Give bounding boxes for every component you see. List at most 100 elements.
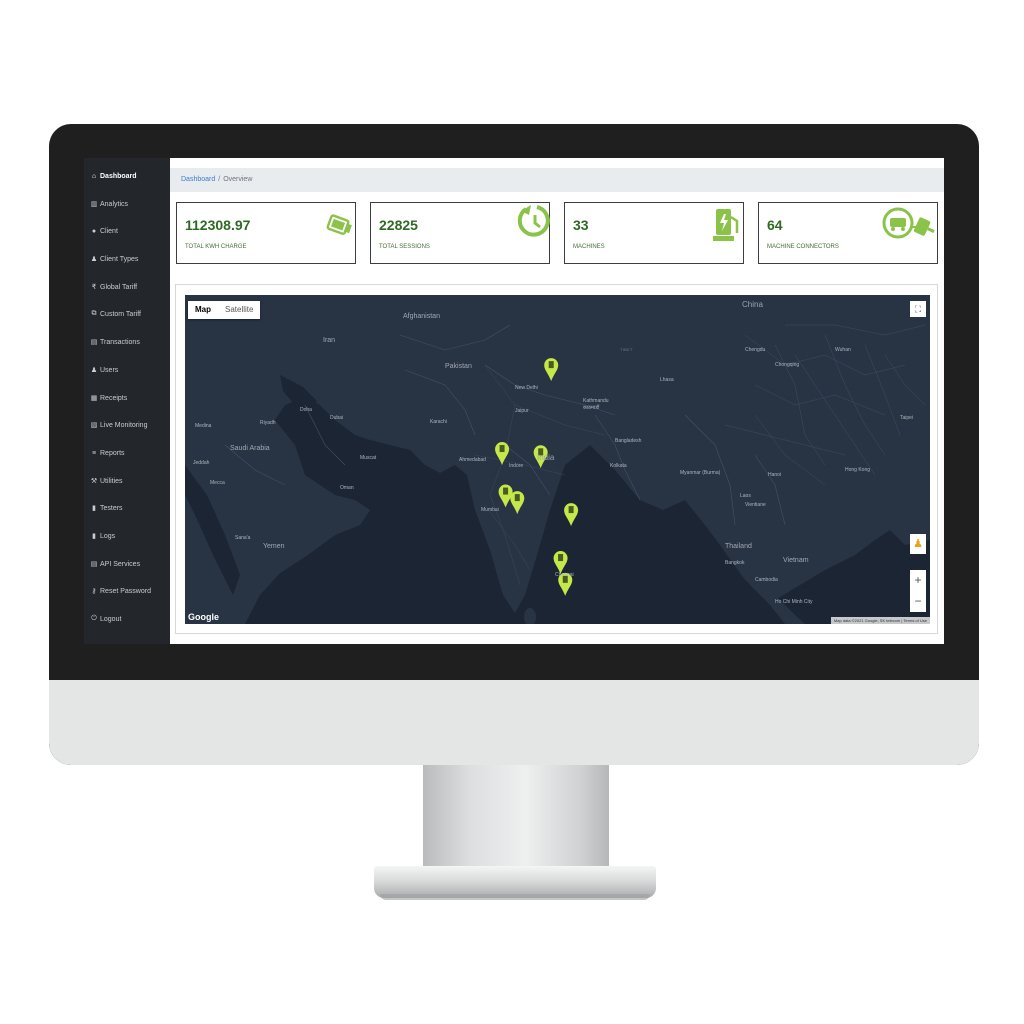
map-type-satellite-button[interactable]: Satellite: [218, 301, 260, 319]
map-attribution[interactable]: Map data ©2021 Google, SK telecom | Term…: [830, 617, 930, 624]
sidebar: ⌂ Dashboard ▥ Analytics ● Client ♟ Clien…: [84, 158, 170, 644]
map-marker[interactable]: [553, 551, 568, 575]
sidebar-item-utilities[interactable]: ⚒ Utilities: [90, 474, 123, 488]
map-label-dubai: Dubai: [330, 415, 344, 421]
monitor-icon: ▧: [90, 422, 98, 429]
map-label-new-delhi: New Delhi: [515, 385, 538, 391]
sidebar-item-users[interactable]: ♟ Users: [90, 363, 118, 377]
sidebar-item-testers[interactable]: ▮ Testers: [90, 501, 123, 515]
sidebar-item-label: Reset Password: [100, 587, 151, 595]
key-icon: ⚷: [91, 588, 97, 595]
map-label-sanaa: Sana'a: [235, 535, 251, 541]
street-view-pegman[interactable]: ♟: [910, 534, 926, 554]
stat-card-machines: 33 MACHINES: [564, 202, 744, 264]
battery-charge-icon: [326, 214, 352, 235]
sidebar-item-label: Analytics: [100, 200, 129, 208]
charging-station-icon: [713, 209, 739, 241]
sidebar-item-dashboard[interactable]: ⌂ Dashboard: [90, 169, 137, 183]
bar-chart-icon: ▥: [90, 201, 98, 208]
monitor-stand-shadow: [380, 894, 650, 900]
sidebar-item-label: API Services: [100, 560, 141, 568]
map-label-hong-kong: Hong Kong: [845, 467, 871, 473]
map-label-iran: Iran: [323, 337, 336, 344]
sidebar-item-label: Utilities: [100, 477, 123, 485]
sidebar-item-label: Testers: [100, 504, 123, 512]
breadcrumb-separator: /: [218, 176, 221, 183]
fullscreen-icon: ⛶: [914, 304, 922, 314]
receipt-icon: ▦: [90, 395, 98, 402]
sidebar-item-label: Custom Tariff: [100, 310, 141, 318]
rupee-icon: ₹: [91, 284, 97, 291]
map-panel: China Afghanistan Iran Pakistan Saudi Ar…: [175, 284, 938, 634]
charger-icon: [503, 487, 509, 495]
sidebar-item-live-monitoring[interactable]: ▧ Live Monitoring: [90, 418, 148, 432]
map-label-indore: Indore: [509, 463, 524, 469]
sidebar-item-client-types[interactable]: ♟ Client Types: [90, 252, 139, 266]
map-label-vietnam: Vietnam: [783, 557, 809, 564]
stat-card-total-kwh: 112308.97 TOTAL KWH CHARGE: [176, 202, 356, 264]
map-label-yemen: Yemen: [263, 543, 285, 550]
map-label-jaipur: Jaipur: [515, 408, 529, 414]
map-label-myanmar: Myanmar (Burma): [680, 470, 721, 476]
breadcrumb-link-dashboard[interactable]: Dashboard: [181, 176, 215, 183]
map-label-muscat: Muscat: [360, 455, 377, 461]
map-label-cambodia: Cambodia: [755, 577, 778, 583]
map-label-karachi: Karachi: [430, 419, 447, 425]
stat-card-total-sessions: 22825 TOTAL SESSIONS: [370, 202, 550, 264]
pegman-icon: ♟: [913, 538, 923, 550]
charger-icon: [548, 361, 554, 369]
power-icon: ⏻: [91, 615, 97, 622]
stat-value: 33: [573, 217, 589, 233]
map-type-control: Map Satellite: [188, 301, 261, 319]
map-label-chongqing: Chongqing: [775, 362, 800, 368]
zoom-out-button[interactable]: −: [910, 591, 926, 612]
breadcrumb-current: Overview: [223, 176, 253, 183]
zoom-control: + −: [910, 570, 926, 612]
map-label-tibet: TIBET: [620, 347, 633, 352]
map-label-kathmandu: Kathmandu: [583, 398, 609, 404]
stat-value: 22825: [379, 217, 418, 233]
stat-value: 112308.97: [185, 217, 251, 233]
map-label-wuhan: Wuhan: [835, 347, 851, 353]
stat-label: MACHINE CONNECTORS: [767, 244, 839, 250]
main-content: Dashboard / Overview 112308.97 TOTAL KWH C…: [170, 158, 944, 644]
sidebar-item-api-services[interactable]: ▤ API Services: [90, 557, 140, 571]
fullscreen-button[interactable]: ⛶: [910, 301, 926, 317]
users-icon: ●: [91, 227, 97, 235]
sidebar-item-label: Logs: [100, 532, 116, 540]
map-type-map-button[interactable]: Map: [188, 301, 218, 319]
map-label-china: China: [742, 300, 763, 309]
breadcrumb: Dashboard / Overview: [170, 168, 944, 192]
sidebar-item-logout[interactable]: ⏻ Logout: [90, 612, 121, 626]
map[interactable]: China Afghanistan Iran Pakistan Saudi Ar…: [185, 295, 930, 624]
map-label-bangladesh: Bangladesh: [615, 438, 642, 444]
zoom-in-button[interactable]: +: [910, 570, 926, 591]
sidebar-item-reports[interactable]: ≡ Reports: [90, 446, 125, 460]
stat-label: TOTAL KWH CHARGE: [185, 244, 247, 250]
server-icon: ▤: [90, 561, 98, 568]
sidebar-item-label: Receipts: [100, 394, 128, 402]
sidebar-item-analytics[interactable]: ▥ Analytics: [90, 197, 128, 211]
sidebar-item-label: Live Monitoring: [100, 421, 148, 429]
sidebar-item-global-tariff[interactable]: ₹ Global Tariff: [90, 280, 137, 294]
sidebar-item-receipts[interactable]: ▦ Receipts: [90, 391, 128, 405]
money-icon: ▤: [90, 339, 98, 346]
map-marker[interactable]: [564, 503, 579, 527]
sidebar-item-client[interactable]: ● Client: [90, 224, 118, 238]
sidebar-item-logs[interactable]: ▮ Logs: [90, 529, 115, 543]
map-label-ahmedabad: Ahmedabad: [459, 457, 486, 463]
charger-icon: [514, 494, 520, 502]
sidebar-item-custom-tariff[interactable]: ⧉ Custom Tariff: [90, 307, 141, 321]
user-icon: ♟: [90, 367, 98, 374]
map-label-jeddah: Jeddah: [193, 460, 210, 466]
sidebar-item-transactions[interactable]: ▤ Transactions: [90, 335, 140, 349]
map-label-india: India: [537, 453, 555, 462]
wrench-icon: ⚒: [90, 478, 98, 485]
sidebar-item-label: Dashboard: [100, 172, 137, 180]
sidebar-item-reset-password[interactable]: ⚷ Reset Password: [90, 584, 151, 598]
map-label-hanoi: Hanoi: [768, 472, 782, 478]
map-label-kathmandu-native: काठमाडौं: [583, 405, 600, 411]
map-label-kolkata: Kolkata: [610, 463, 627, 469]
map-label-chengdu: Chengdu: [745, 347, 766, 353]
monitor-stand: [423, 765, 609, 871]
